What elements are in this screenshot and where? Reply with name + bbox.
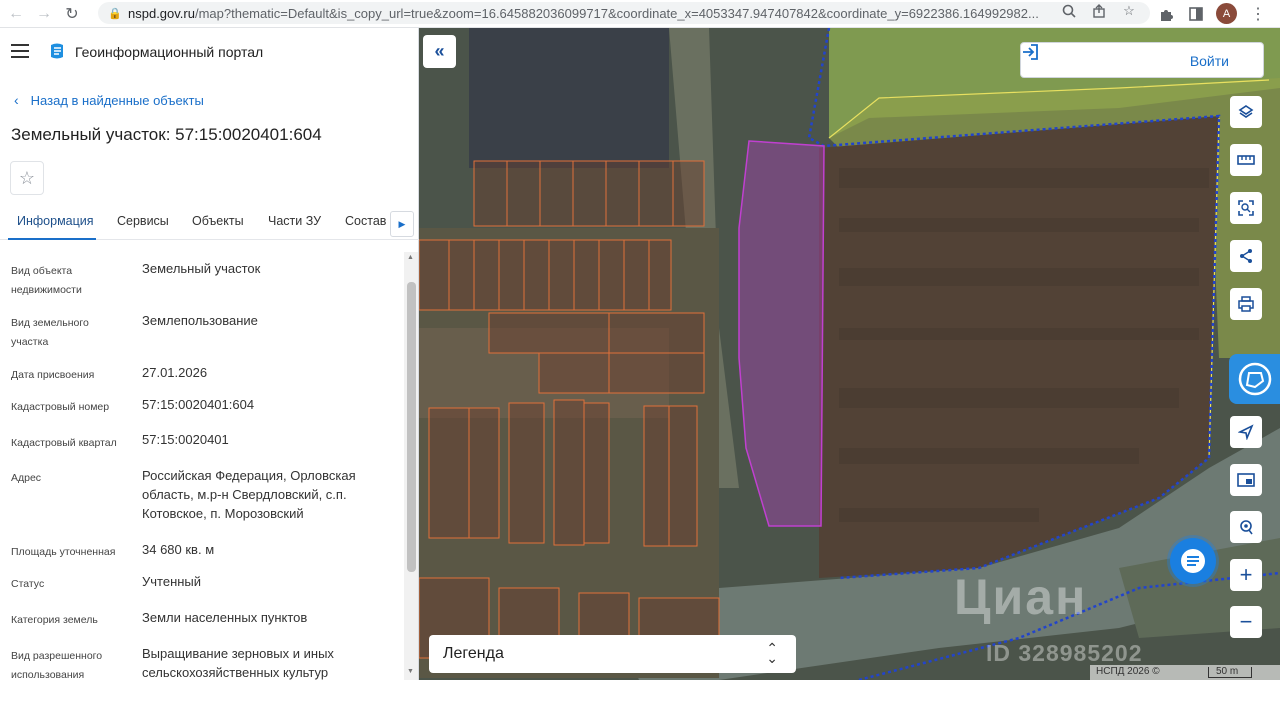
layers-icon bbox=[1238, 105, 1254, 118]
portal-brand-icon bbox=[1238, 362, 1271, 396]
minimap-button[interactable] bbox=[1230, 464, 1262, 496]
extensions-icon[interactable] bbox=[1156, 4, 1176, 24]
search-location-button[interactable] bbox=[1230, 511, 1262, 543]
prop-label-cadastral-quarter: Кадастровый квартал bbox=[11, 437, 117, 449]
tab-bar: Информация Сервисы Объекты Части ЗУ Сост… bbox=[0, 208, 419, 240]
address-bar[interactable]: 🔒 nspd.gov.ru/map?thematic=Default&is_co… bbox=[98, 2, 1150, 24]
print-button[interactable] bbox=[1230, 288, 1262, 320]
minus-icon: − bbox=[1239, 609, 1253, 634]
bookmark-star-icon[interactable]: ☆ bbox=[1120, 2, 1138, 20]
satellite-imagery bbox=[419, 28, 1280, 680]
select-area-icon bbox=[1238, 200, 1254, 216]
panel-scrollbar[interactable]: ▲ ▼ bbox=[404, 252, 418, 680]
prop-label-object-type: Вид объекта недвижимости bbox=[11, 265, 82, 296]
prop-label-permitted-use: Вид разрешенного использования bbox=[11, 650, 103, 680]
tab-composition[interactable]: Состав bbox=[345, 214, 386, 228]
measure-button[interactable] bbox=[1230, 144, 1262, 176]
star-icon: ☆ bbox=[18, 167, 36, 188]
app-header: Геоинформационный портал bbox=[0, 28, 419, 76]
prop-label-address: Адрес bbox=[11, 472, 42, 484]
map-attribution: НСПД 2026 © 50 m bbox=[1090, 665, 1280, 680]
info-panel: Геоинформационный портал ‹ Назад в найде… bbox=[0, 28, 419, 680]
reload-icon[interactable]: ↻ bbox=[60, 2, 84, 26]
scroll-thumb[interactable] bbox=[407, 282, 416, 572]
chevron-left-icon: ‹ bbox=[14, 92, 19, 108]
app-title: Геоинформационный портал bbox=[75, 44, 264, 60]
share-icon bbox=[1240, 249, 1252, 263]
portal-logo-icon bbox=[51, 43, 63, 59]
minimap-icon bbox=[1237, 473, 1255, 487]
page-bottom bbox=[0, 680, 1280, 720]
attribution-text: НСПД 2026 © bbox=[1096, 666, 1160, 677]
back-to-results-link[interactable]: ‹ Назад в найденные объекты bbox=[14, 92, 204, 108]
object-title: Земельный участок: 57:15:0020401:604 bbox=[11, 125, 322, 144]
chat-icon bbox=[1181, 549, 1205, 573]
browser-menu-icon[interactable]: ⋮ bbox=[1250, 4, 1266, 24]
prop-value-cadastral-number: 57:15:0020401:604 bbox=[142, 397, 255, 412]
search-location-icon bbox=[1240, 520, 1253, 535]
prop-value-parcel-type: Землепользование bbox=[142, 313, 258, 328]
active-tab-indicator bbox=[8, 238, 96, 240]
prop-value-status: Учтенный bbox=[142, 574, 202, 589]
back-link-label: Назад в найденные объекты bbox=[30, 92, 204, 108]
zoom-icon[interactable] bbox=[1060, 2, 1078, 20]
login-bar[interactable]: Войти bbox=[1020, 42, 1264, 78]
login-arrow-icon bbox=[1023, 44, 1038, 60]
prop-value-cadastral-quarter: 57:15:0020401 bbox=[142, 432, 229, 447]
select-area-button[interactable] bbox=[1230, 192, 1262, 224]
expand-collapse-icon: ⌃ ⌄ bbox=[766, 640, 778, 666]
my-location-button[interactable] bbox=[1230, 416, 1262, 448]
portal-services-button[interactable] bbox=[1229, 354, 1280, 404]
lock-icon: 🔒 bbox=[108, 8, 122, 20]
tab-services[interactable]: Сервисы bbox=[117, 214, 169, 228]
prop-value-land-category: Земли населенных пунктов bbox=[142, 610, 308, 625]
zoom-in-button[interactable]: + bbox=[1230, 559, 1262, 591]
tab-objects[interactable]: Объекты bbox=[192, 214, 244, 228]
prop-value-area: 34 680 кв. м bbox=[142, 542, 215, 557]
back-arrow-icon[interactable]: ← bbox=[4, 2, 28, 26]
scale-label: 50 m bbox=[1216, 666, 1239, 677]
login-label[interactable]: Войти bbox=[1190, 53, 1229, 69]
share-button[interactable] bbox=[1230, 240, 1262, 272]
prop-value-address: Российская Федерация, Орловская область,… bbox=[142, 468, 356, 521]
prop-label-assign-date: Дата присвоения bbox=[11, 369, 95, 381]
tab-info[interactable]: Информация bbox=[17, 214, 94, 228]
selected-parcel[interactable] bbox=[738, 140, 825, 527]
chat-button[interactable] bbox=[1170, 538, 1216, 584]
tab-parts[interactable]: Части ЗУ bbox=[268, 214, 321, 228]
prop-value-assign-date: 27.01.2026 bbox=[142, 365, 208, 380]
forward-arrow-icon[interactable]: → bbox=[32, 2, 56, 26]
ruler-icon bbox=[1237, 155, 1255, 165]
scroll-up-icon[interactable]: ▲ bbox=[407, 254, 414, 261]
navigation-arrow-icon bbox=[1238, 424, 1254, 440]
zoom-out-button[interactable]: − bbox=[1230, 606, 1262, 638]
layers-button[interactable] bbox=[1230, 96, 1262, 128]
legend-label: Легенда bbox=[443, 645, 504, 662]
tabs-scroll-right-icon[interactable]: ▶ bbox=[390, 211, 414, 237]
share-page-icon[interactable] bbox=[1090, 2, 1108, 20]
side-panel-icon[interactable] bbox=[1186, 4, 1206, 24]
prop-label-area: Площадь уточненная bbox=[11, 546, 116, 558]
legend-dropdown[interactable]: Легенда ⌃ ⌄ bbox=[429, 635, 796, 673]
favorite-star-button[interactable]: ☆ bbox=[10, 161, 44, 195]
profile-avatar[interactable]: А bbox=[1216, 3, 1237, 24]
plus-icon: + bbox=[1239, 562, 1253, 587]
browser-toolbar: ← → ↻ 🔒 nspd.gov.ru/map?thematic=Default… bbox=[0, 0, 1280, 28]
map-view[interactable]: « Войти + − Циан ID 328985202 Легенда ⌃ … bbox=[419, 28, 1280, 680]
watermark-id: ID 328985202 bbox=[986, 640, 1143, 666]
scroll-down-icon[interactable]: ▼ bbox=[407, 668, 414, 675]
watermark-logo: Циан bbox=[954, 569, 1088, 625]
properties-list: Вид объекта недвижимости Земельный участ… bbox=[0, 252, 404, 680]
collapse-panel-button[interactable]: « bbox=[423, 35, 456, 68]
prop-label-status: Статус bbox=[11, 578, 45, 590]
prop-label-land-category: Категория земель bbox=[11, 614, 98, 626]
prop-label-cadastral-number: Кадастровый номер bbox=[11, 401, 110, 413]
menu-icon[interactable] bbox=[11, 44, 29, 58]
prop-value-object-type: Земельный участок bbox=[142, 261, 261, 276]
prop-label-parcel-type: Вид земельного участка bbox=[11, 317, 89, 348]
prop-value-permitted-use: Выращивание зерновых и иных сельскохозяй… bbox=[142, 646, 334, 680]
url-text: nspd.gov.ru/map?thematic=Default&is_copy… bbox=[128, 5, 1039, 21]
printer-icon bbox=[1238, 296, 1254, 312]
